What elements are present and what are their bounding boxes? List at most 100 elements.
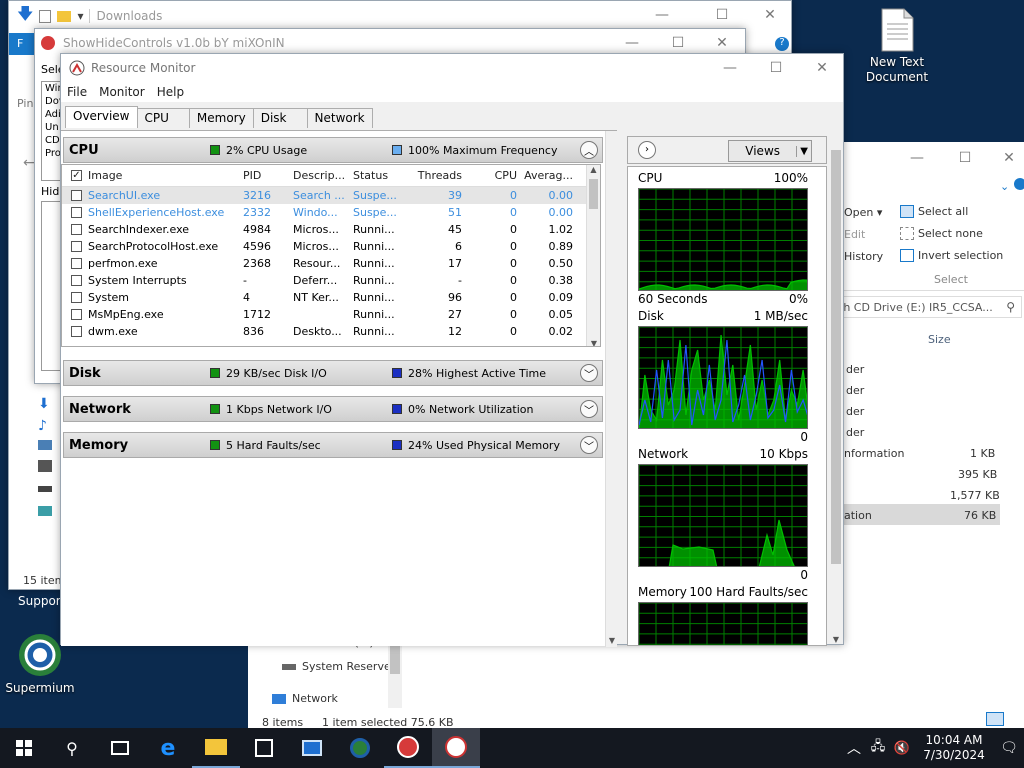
resource-monitor-window[interactable]: Resource Monitor — ☐ ✕ File Monitor Help… — [60, 53, 845, 647]
cell-cpu: 0 — [510, 206, 517, 219]
help-icon[interactable]: ? — [775, 37, 789, 51]
nav-scrollbar[interactable] — [388, 638, 402, 708]
column-pid[interactable]: PID — [240, 169, 290, 182]
collapse-pane-icon[interactable]: › — [638, 141, 656, 159]
help-icon[interactable] — [1014, 178, 1024, 190]
table-row[interactable]: perfmon.exe 2368 Resour... Runni... 17 0 0.50 — [62, 255, 600, 272]
file-row-name[interactable]: der — [846, 426, 864, 439]
row-checkbox[interactable] — [71, 224, 82, 235]
minimize-button[interactable]: — — [707, 54, 753, 82]
expand-chevron-icon[interactable]: ﹀ — [580, 436, 598, 454]
file-row-name[interactable]: der — [846, 363, 864, 376]
search-box[interactable]: rch CD Drive (E:) IR5_CCSA... ⚲ — [828, 296, 1022, 318]
maximize-button[interactable]: ☐ — [699, 1, 745, 29]
table-row[interactable]: SearchUI.exe 3216 Search ... Suspe... 39 0 0.0… — [62, 187, 600, 204]
select-none-button[interactable]: Select none — [900, 227, 983, 240]
close-button[interactable]: ✕ — [986, 144, 1024, 172]
row-checkbox[interactable] — [71, 190, 82, 201]
search-input[interactable]: rch CD Drive (E:) IR5_CCSA... — [833, 301, 1000, 314]
store-taskbar-button[interactable] — [240, 728, 288, 768]
edge-taskbar-button[interactable]: e — [144, 728, 192, 768]
table-row[interactable]: SearchProtocolHost.exe 4596 Micros... Runni… — [62, 238, 600, 255]
tab-overview[interactable]: Overview — [65, 106, 138, 128]
table-row[interactable]: SearchIndexer.exe 4984 Micros... Runni... 45… — [62, 221, 600, 238]
table-row[interactable]: System Interrupts - Deferr... Runni... - 0 0.3… — [62, 272, 600, 289]
row-checkbox[interactable] — [71, 207, 82, 218]
minimize-button[interactable]: — — [639, 1, 685, 29]
row-checkbox[interactable] — [71, 241, 82, 252]
row-checkbox[interactable] — [71, 326, 82, 337]
menu-monitor[interactable]: Monitor — [93, 82, 151, 102]
menu-help[interactable]: Help — [151, 82, 190, 102]
file-row-name[interactable]: der — [846, 405, 864, 418]
row-checkbox[interactable] — [71, 309, 82, 320]
open-button[interactable]: Open ▾ — [844, 206, 882, 219]
maximize-button[interactable]: ☐ — [753, 54, 799, 82]
views-dropdown[interactable]: Views ▼ — [728, 140, 812, 162]
cell-cpu: 0 — [510, 274, 517, 287]
disk-section-header[interactable]: Disk 29 KB/sec Disk I/O 28% Highest Acti… — [63, 360, 603, 386]
size-column-header[interactable]: Size — [928, 333, 951, 346]
start-button[interactable] — [0, 728, 48, 768]
column-threads[interactable]: Threads — [405, 169, 465, 182]
table-row[interactable]: dwm.exe 836 Deskto... Runni... 12 0 0.02 — [62, 323, 600, 340]
tab-disk[interactable]: Disk — [252, 108, 308, 128]
tray-overflow-icon[interactable]: ︿ — [842, 728, 866, 768]
process-scrollbar[interactable]: ▲ ▼ — [586, 165, 600, 346]
select-all-button[interactable]: Select all — [900, 205, 968, 218]
column-description[interactable]: Descrip... — [290, 169, 350, 182]
app-taskbar-button[interactable] — [288, 728, 336, 768]
nav-network[interactable]: Network — [272, 692, 338, 705]
table-row[interactable]: ShellExperienceHost.exe 2332 Windo... Suspe… — [62, 204, 600, 221]
tab-memory[interactable]: Memory — [188, 108, 254, 128]
cpu-section-header[interactable]: CPU 2% CPU Usage 100% Maximum Frequency … — [63, 137, 603, 163]
volume-muted-icon[interactable]: 🔇 — [890, 728, 914, 768]
close-button[interactable]: ✕ — [747, 1, 793, 29]
left-pane-scrollbar[interactable]: ▼ — [605, 131, 617, 647]
action-center-icon[interactable]: 🗨 — [994, 728, 1024, 768]
row-checkbox[interactable] — [71, 258, 82, 269]
expand-chevron-icon[interactable]: ﹀ — [580, 364, 598, 382]
tab-cpu[interactable]: CPU — [136, 108, 190, 128]
desktop-icon-new-text-document[interactable]: New Text Document — [857, 8, 937, 85]
clock[interactable]: 10:04 AM 7/30/2024 — [914, 728, 994, 768]
tab-network[interactable]: Network — [306, 108, 373, 128]
cell-cpu: 0 — [510, 291, 517, 304]
maximize-button[interactable]: ☐ — [942, 144, 988, 172]
task-view-button[interactable] — [96, 728, 144, 768]
showhidecontrols-taskbar-button[interactable] — [384, 728, 432, 768]
column-cpu[interactable]: CPU — [465, 169, 520, 182]
memory-section-header[interactable]: Memory 5 Hard Faults/sec 24% Used Physic… — [63, 432, 603, 458]
network-tray-icon[interactable]: 🖧 — [866, 728, 890, 768]
menu-file[interactable]: File — [61, 82, 93, 102]
network-section-header[interactable]: Network 1 Kbps Network I/O 0% Network Ut… — [63, 396, 603, 422]
row-checkbox[interactable] — [71, 292, 82, 303]
table-row[interactable]: System 4 NT Ker... Runni... 96 0 0.09 — [62, 289, 600, 306]
nav-system-reserved[interactable]: System Reserved — [282, 660, 398, 673]
column-average-cpu[interactable]: Averag... — [520, 169, 576, 182]
graph-pane-scrollbar[interactable]: ▼ — [829, 150, 843, 644]
close-button[interactable]: ✕ — [799, 54, 845, 82]
cpu-graph — [638, 188, 808, 291]
column-status[interactable]: Status — [350, 169, 405, 182]
select-all-checkbox[interactable]: ✓ — [71, 170, 82, 181]
invert-selection-button[interactable]: Invert selection — [900, 249, 1003, 262]
back-arrow-icon[interactable]: ← — [23, 155, 35, 171]
table-row[interactable]: MsMpEng.exe 1712 Runni... 27 0 0.05 — [62, 306, 600, 323]
history-button[interactable]: History — [844, 250, 883, 263]
expand-chevron-icon[interactable]: ﹀ — [580, 400, 598, 418]
minimize-button[interactable]: — — [894, 144, 940, 172]
file-row-name[interactable]: der — [846, 384, 864, 397]
column-image[interactable]: ✓ Image — [62, 169, 240, 182]
file-row-name[interactable]: nformation — [844, 447, 904, 460]
file-row-name[interactable]: ation — [844, 509, 872, 522]
supermium-taskbar-button[interactable] — [336, 728, 384, 768]
search-button[interactable]: ⚲ — [48, 728, 96, 768]
collapse-chevron-icon[interactable]: ︿ — [580, 141, 598, 159]
file-explorer-taskbar-button[interactable] — [192, 728, 240, 768]
row-checkbox[interactable] — [71, 275, 82, 286]
edit-button[interactable]: Edit — [844, 228, 865, 241]
ribbon-chevron-icon[interactable]: ⌄ — [1000, 180, 1009, 193]
resource-monitor-taskbar-button[interactable] — [432, 728, 480, 768]
details-view-icon[interactable] — [986, 712, 1004, 726]
